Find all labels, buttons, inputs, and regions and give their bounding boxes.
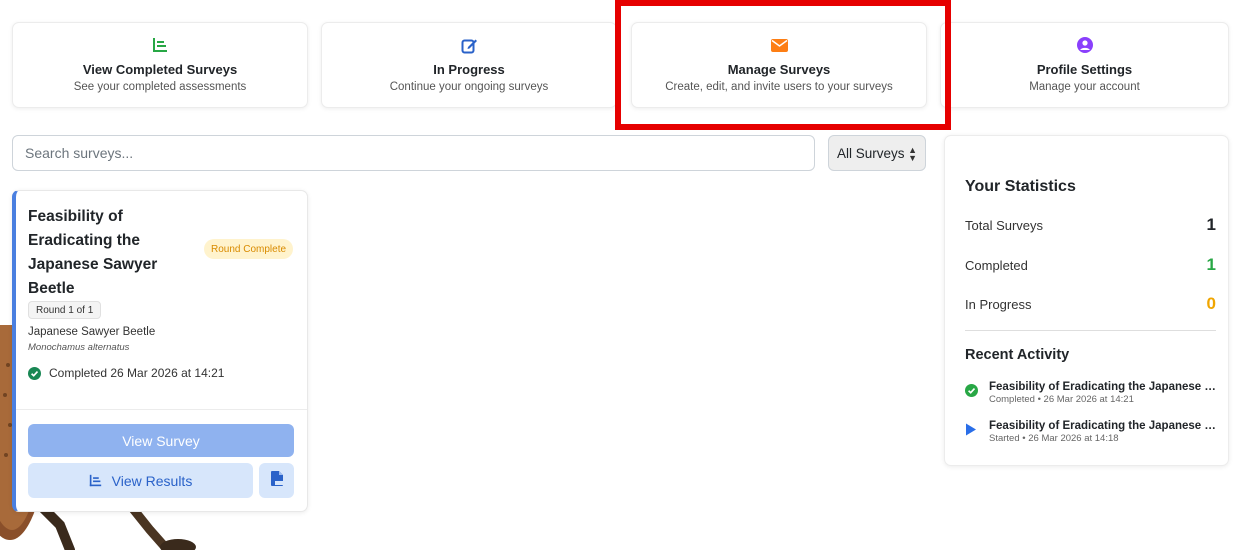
view-results-button[interactable]: View Results: [28, 463, 253, 498]
activity-subtitle: Completed • 26 Mar 2026 at 14:21: [989, 394, 1134, 405]
pdf-file-icon: [270, 470, 283, 491]
check-circle-icon: [965, 380, 989, 406]
completed-text: Completed 26 Mar 2026 at 14:21: [49, 366, 225, 380]
stat-row-in-progress: In Progress 0: [965, 294, 1216, 314]
species-latin-name: Monochamus alternatus: [28, 342, 130, 353]
card-divider: [16, 409, 307, 410]
nav-title: In Progress: [433, 62, 505, 77]
statistics-panel: Your Statistics Total Surveys 1 Complete…: [944, 135, 1229, 466]
filter-selected-value: All Surveys: [837, 145, 905, 161]
activity-item[interactable]: Feasibility of Eradicating the Japanese …: [965, 419, 1223, 445]
nav-title: Profile Settings: [1036, 62, 1133, 77]
play-icon: [965, 419, 989, 445]
activity-subtitle: Started • 26 Mar 2026 at 14:18: [989, 433, 1119, 444]
stat-row-total: Total Surveys 1: [965, 215, 1216, 235]
nav-subtitle: See your completed assessments: [73, 81, 247, 93]
stats-divider: [965, 330, 1216, 331]
search-input[interactable]: [12, 135, 815, 171]
user-circle-icon: [1076, 36, 1093, 54]
chart-list-icon: [152, 36, 168, 54]
survey-card: Feasibility of Eradicating the Japanese …: [12, 190, 308, 512]
envelope-icon: [770, 36, 788, 54]
check-circle-icon: [28, 366, 41, 380]
view-survey-button[interactable]: View Survey: [28, 424, 294, 457]
nav-subtitle: Manage your account: [1029, 81, 1140, 93]
survey-filter-select[interactable]: All Surveys ▲ ▼: [828, 135, 926, 171]
activity-item[interactable]: Feasibility of Eradicating the Japanese …: [965, 380, 1223, 406]
nav-card-in-progress[interactable]: In Progress Continue your ongoing survey…: [321, 22, 617, 108]
nav-title: Manage Surveys: [727, 62, 831, 77]
survey-title[interactable]: Feasibility of Eradicating the Japanese …: [28, 205, 188, 301]
nav-title: View Completed Surveys: [82, 62, 238, 77]
download-pdf-button[interactable]: [259, 463, 294, 498]
stat-value: 1: [1206, 255, 1216, 274]
activity-title: Feasibility of Eradicating the Japanese …: [989, 381, 1223, 393]
nav-card-manage-surveys[interactable]: Manage Surveys Create, edit, and invite …: [631, 22, 927, 108]
stat-label: Completed: [965, 257, 1028, 273]
nav-subtitle: Create, edit, and invite users to your s…: [665, 81, 893, 93]
edit-icon: [461, 36, 478, 54]
stat-row-completed: Completed 1: [965, 255, 1216, 275]
species-common-name: Japanese Sawyer Beetle: [28, 326, 156, 338]
status-badge: Round Complete: [204, 239, 294, 259]
recent-activity-heading: Recent Activity: [965, 347, 1070, 363]
completed-status: Completed 26 Mar 2026 at 14:21: [28, 366, 224, 380]
statistics-heading: Your Statistics: [965, 178, 1076, 195]
select-arrows-icon: ▲ ▼: [908, 145, 917, 163]
nav-card-profile-settings[interactable]: Profile Settings Manage your account: [940, 22, 1229, 108]
chart-list-icon: [89, 474, 102, 487]
round-indicator: Round 1 of 1: [28, 301, 102, 319]
activity-title: Feasibility of Eradicating the Japanese …: [989, 420, 1223, 432]
stat-value: 1: [1206, 215, 1216, 234]
view-results-label: View Results: [111, 472, 193, 489]
stat-value: 0: [1206, 294, 1216, 313]
nav-card-view-completed[interactable]: View Completed Surveys See your complete…: [12, 22, 308, 108]
stat-label: In Progress: [965, 296, 1032, 312]
nav-subtitle: Continue your ongoing surveys: [389, 81, 549, 93]
stat-label: Total Surveys: [965, 217, 1044, 233]
